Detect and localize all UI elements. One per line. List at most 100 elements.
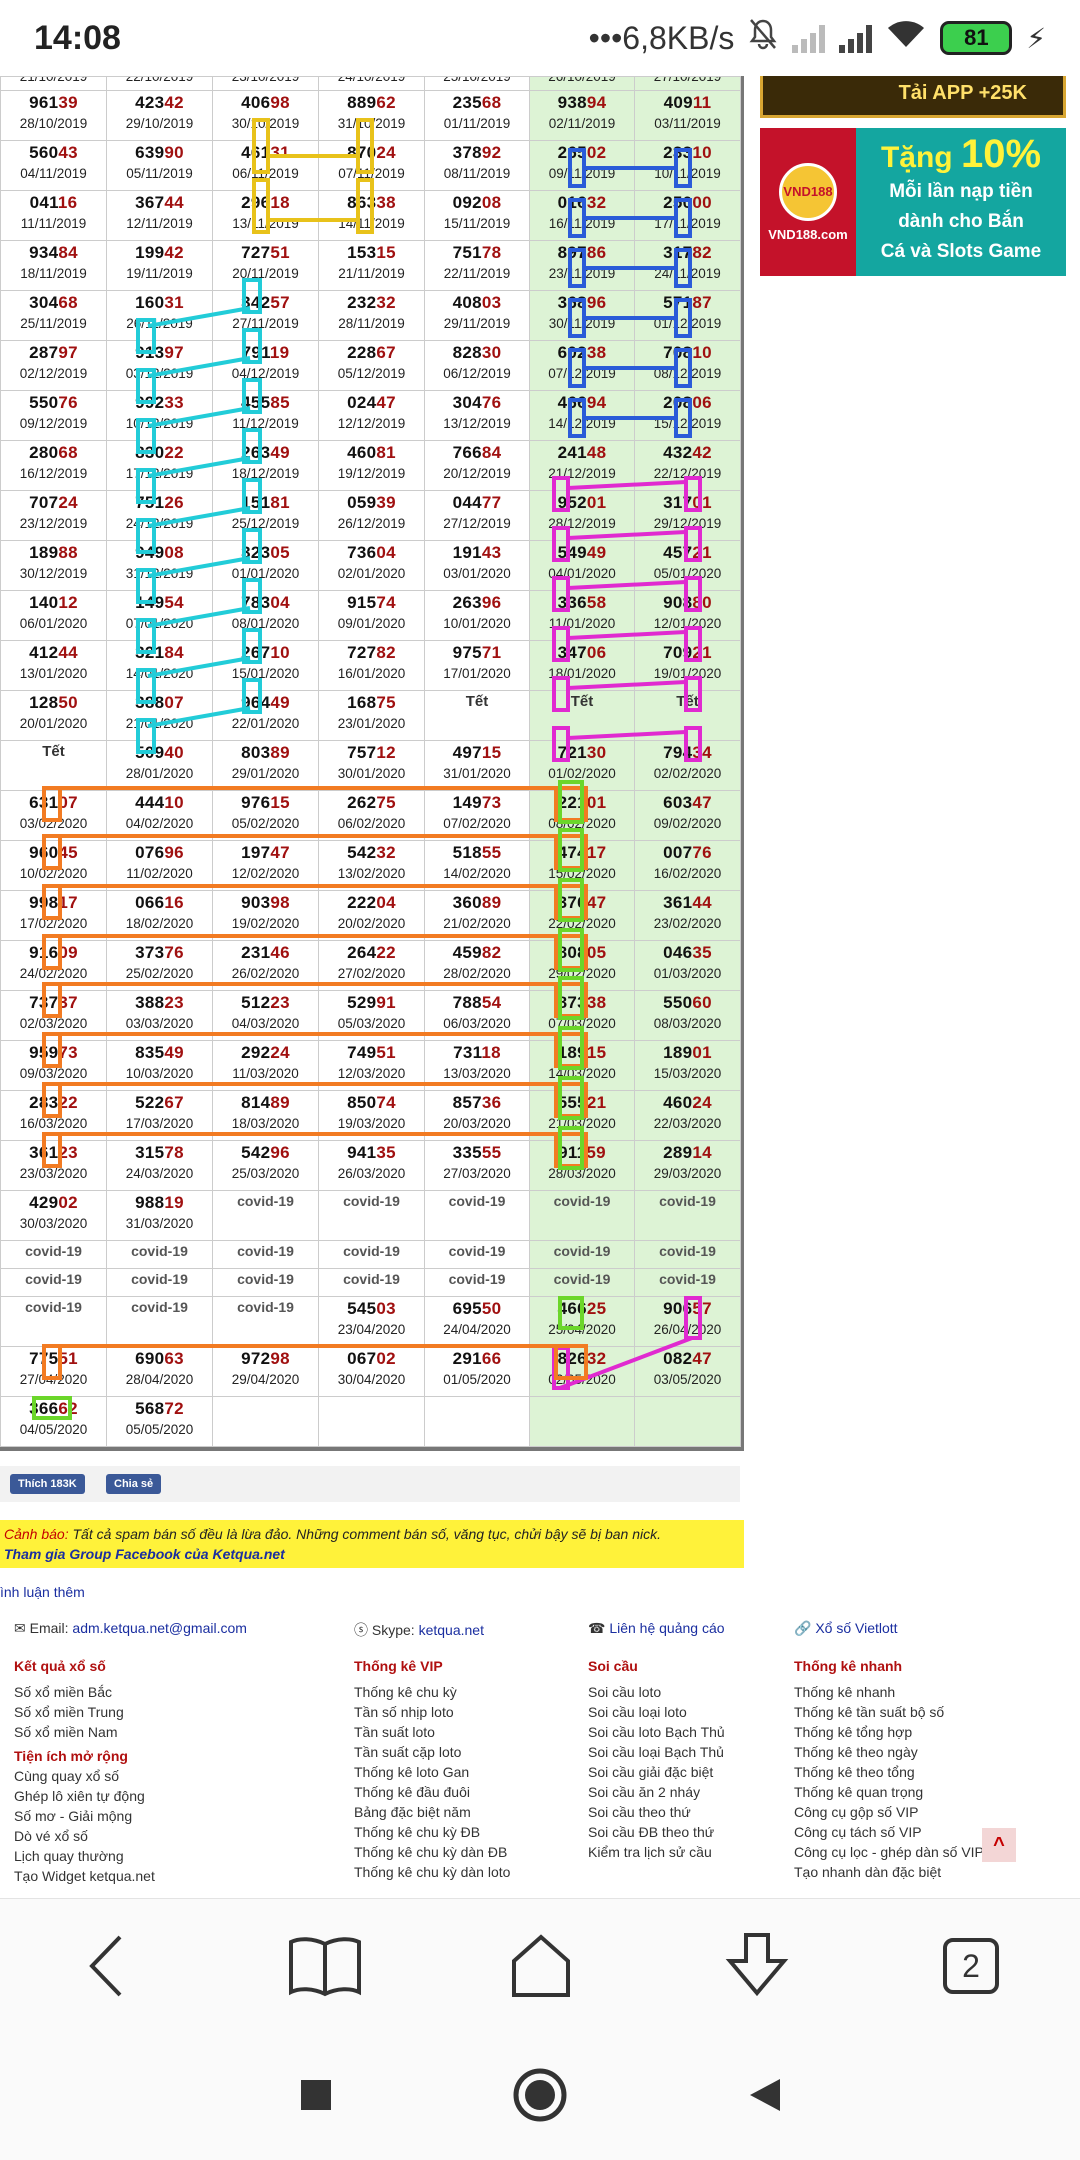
skype-link[interactable]: ketqua.net — [419, 1622, 484, 1638]
home-nav-button[interactable] — [510, 2065, 570, 2125]
back-nav-button[interactable] — [734, 2065, 794, 2125]
footer-link[interactable]: Thống kê tổng hợp — [794, 1722, 984, 1742]
footer-link[interactable]: Số mơ - Giải mộng — [14, 1806, 155, 1826]
facebook-group-link[interactable]: Tham gia Group Facebook của Ketqua.net — [4, 1546, 285, 1562]
table-cell — [529, 1396, 635, 1447]
footer-link[interactable]: Thống kê chu kỳ dàn loto — [354, 1862, 510, 1882]
bookmarks-button[interactable] — [280, 1921, 370, 2011]
prize-number: 40803 — [452, 293, 502, 312]
date-label: 12/02/2020 — [231, 866, 300, 881]
prize-number: 96139 — [29, 93, 78, 112]
footer-link[interactable]: Soi cầu loto Bạch Thủ — [588, 1722, 725, 1742]
webview[interactable]: 21/10/2019 22/10/2019 23/10/2019 24/10/2019… — [0, 76, 1080, 1898]
footer-link[interactable]: Tạo nhanh dàn đặc biệt — [794, 1862, 984, 1882]
covid-label: covid-19 — [659, 1193, 716, 1209]
footer-link[interactable]: Công cụ tách số VIP — [794, 1822, 984, 1842]
footer-link[interactable]: Tần suất loto — [354, 1722, 510, 1742]
download-button[interactable] — [712, 1921, 802, 2011]
footer-link[interactable]: Thống kê tần suất bộ số — [794, 1702, 984, 1722]
download-icon — [725, 1933, 789, 1997]
facebook-like-button[interactable]: Thích 183K — [10, 1474, 85, 1494]
footer-link[interactable]: Soi cầu loại loto — [588, 1702, 725, 1722]
footer-link[interactable]: Thống kê theo ngày — [794, 1742, 984, 1762]
prize-number: 37376 — [135, 943, 184, 962]
footer-link[interactable]: Thống kê nhanh — [794, 1682, 984, 1702]
footer-link[interactable]: Tần số nhịp loto — [354, 1702, 510, 1722]
footer-link[interactable]: Soi cầu loto — [588, 1682, 725, 1702]
footer-link[interactable]: Soi cầu ĐB theo thứ — [588, 1822, 725, 1842]
more-comments-link[interactable]: ình luận thêm — [0, 1584, 85, 1600]
table-cell: 21/10/2019 — [0, 76, 107, 91]
footer-link[interactable]: Thống kê chu kỳ ĐB — [354, 1822, 510, 1842]
prize-number: 38807 — [135, 693, 184, 712]
recents-button[interactable] — [286, 2065, 346, 2125]
table-cell: 42342 29/10/2019 — [106, 90, 213, 141]
date-label: 25/12/2019 — [231, 516, 300, 531]
date-label: 05/01/2020 — [653, 566, 722, 581]
vnd188-ad[interactable]: VND188 VND188.com Tặng 10% Mỗi lần nạp t… — [760, 128, 1066, 276]
table-cell: 91159 28/03/2020 — [529, 1140, 635, 1191]
table-cell: 77551 27/04/2020 — [0, 1346, 107, 1397]
footer-link[interactable]: Tần suất cặp loto — [354, 1742, 510, 1762]
footer-link[interactable]: Số xổ miền Bắc — [14, 1682, 155, 1702]
table-cell: 14973 07/02/2020 — [424, 790, 530, 841]
email-link[interactable]: adm.ketqua.net@gmail.com — [72, 1620, 247, 1636]
footer-link[interactable]: Thống kê loto Gan — [354, 1762, 510, 1782]
table-cell: 16031 26/11/2019 — [106, 290, 213, 341]
ads-contact-link[interactable]: Liên hệ quảng cáo — [609, 1620, 724, 1636]
back-button[interactable] — [62, 1921, 152, 2011]
date-label: 20/11/2019 — [232, 266, 299, 281]
table-cell: 60347 09/02/2020 — [634, 790, 741, 841]
table-cell: 31578 24/03/2020 — [106, 1140, 213, 1191]
table-cell: covid-19 — [318, 1268, 425, 1297]
footer-link[interactable]: Cùng quay xổ số — [14, 1766, 155, 1786]
footer-link[interactable]: Thống kê quan trọng — [794, 1782, 984, 1802]
prize-number: 74951 — [347, 1043, 396, 1062]
footer-link[interactable]: Thống kê theo tổng — [794, 1762, 984, 1782]
footer-col-heading: Tiện ích mở rộng — [14, 1748, 128, 1764]
footer-col-vip: Thống kê VIP Thống kê chu kỳ Tần số nhịp … — [354, 1658, 510, 1882]
table-cell: 01632 16/11/2019 — [529, 190, 635, 241]
footer-link[interactable]: Thống kê đầu đuôi — [354, 1782, 510, 1802]
footer-link[interactable]: Ghép lô xiên tự động — [14, 1786, 155, 1806]
footer-link[interactable]: Soi cầu ăn 2 nháy — [588, 1782, 725, 1802]
footer-link[interactable]: Kiểm tra lịch sử cầu — [588, 1842, 725, 1862]
prize-number: 15315 — [347, 243, 396, 262]
facebook-share-button[interactable]: Chia sẻ — [106, 1474, 162, 1494]
date-label: 24/02/2020 — [19, 966, 88, 981]
covid-label: covid-19 — [131, 1271, 188, 1287]
scroll-to-top-button[interactable]: ^ — [982, 1828, 1016, 1862]
prize-number: 28797 — [29, 343, 78, 362]
footer-link[interactable]: Số xổ miền Trung — [14, 1702, 155, 1722]
app-ad-banner[interactable]: Tải APP +25K — [760, 76, 1066, 118]
footer-vietlott[interactable]: 🔗 Xổ số Vietlott — [794, 1620, 898, 1637]
footer-link[interactable]: Soi cầu loại Bạch Thủ — [588, 1742, 725, 1762]
prize-number: 14973 — [452, 793, 502, 812]
footer-link[interactable]: Thống kê chu kỳ — [354, 1682, 510, 1702]
footer-link[interactable]: Lịch quay thường — [14, 1846, 155, 1866]
footer-link[interactable]: Tạo Widget ketqua.net — [14, 1866, 155, 1886]
footer-link[interactable]: Thống kê chu kỳ dàn ĐB — [354, 1842, 510, 1862]
prize-number: 16031 — [135, 293, 184, 312]
table-cell: 36744 12/11/2019 — [106, 190, 213, 241]
footer-link[interactable]: Công cụ lọc - ghép dàn số VIP — [794, 1842, 984, 1862]
footer-link[interactable]: Soi cầu theo thứ — [588, 1802, 725, 1822]
footer-link[interactable]: Công cụ gộp số VIP — [794, 1802, 984, 1822]
vietlott-link[interactable]: Xổ số Vietlott — [815, 1620, 897, 1636]
table-row: 91609 24/02/2020 37376 25/02/2020 23146 26/02… — [0, 940, 741, 991]
footer-link[interactable]: Dò vé xổ số — [14, 1826, 155, 1846]
ad-headline: Tặng — [880, 141, 953, 174]
footer-link[interactable]: Bảng đặc biệt năm — [354, 1802, 510, 1822]
date-label: 25/02/2020 — [125, 966, 194, 981]
table-cell: 18901 15/03/2020 — [634, 1040, 741, 1091]
tabs-button[interactable]: 2 — [926, 1921, 1016, 2011]
table-cell: 04477 27/12/2019 — [424, 490, 530, 541]
footer-ads-contact[interactable]: ☎ Liên hệ quảng cáo — [588, 1620, 725, 1637]
battery-icon: 81 — [940, 21, 1013, 55]
prize-number: 33658 — [557, 593, 607, 612]
prize-number: 05939 — [347, 493, 396, 512]
footer-link[interactable]: Số xổ miền Nam — [14, 1722, 155, 1742]
footer-link[interactable]: Soi cầu giải đặc biệt — [588, 1762, 725, 1782]
date-label: 20/02/2020 — [337, 916, 406, 931]
home-button[interactable] — [496, 1921, 586, 2011]
